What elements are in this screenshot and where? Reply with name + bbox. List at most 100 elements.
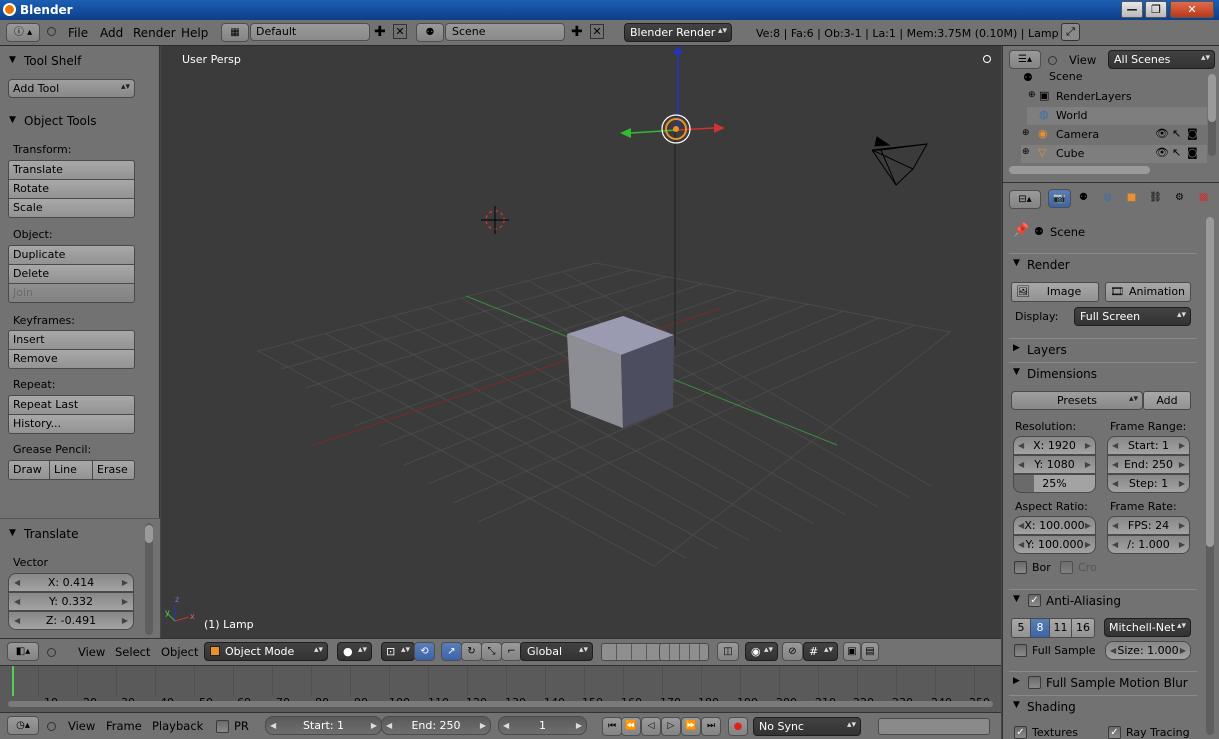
menu-object[interactable]: Object [161, 645, 198, 659]
timeline[interactable]: 10 20 30 40 50 60 70 80 90 100 110 120 1… [0, 665, 1001, 713]
aa-samples-11[interactable]: 11 [1049, 618, 1072, 638]
timeline-scrollbar[interactable] [8, 701, 993, 707]
scroll-thumb[interactable] [145, 525, 153, 543]
scale-manipulator-icon[interactable]: ⤡ [481, 642, 502, 661]
object-context-tab[interactable]: ■ [1120, 189, 1143, 208]
outliner-item-renderlayers[interactable]: ⊕ ▣ RenderLayers [1027, 88, 1207, 106]
snap-toggle-icon[interactable]: ⊘ [782, 642, 803, 661]
expand-icon[interactable]: ⊕ [1022, 147, 1030, 157]
collapse-icon[interactable] [47, 722, 56, 731]
outliner-item-camera[interactable]: ⊕ ◉ Camera 👁 ↖ ◙ [1021, 126, 1207, 144]
add-preset-button[interactable]: Add [1143, 391, 1191, 410]
filter-size-field[interactable]: ◀ Size: 1.000 ▶ [1105, 641, 1191, 660]
collapse-icon[interactable] [47, 648, 56, 657]
timeline-start-field[interactable]: ◀ Start: 1 ▶ [265, 716, 382, 735]
dimensions-panel-header[interactable]: ▼ Dimensions [1009, 362, 1197, 384]
object-tools-header[interactable]: ▼ Object Tools [0, 112, 148, 132]
outliner-item-scene[interactable]: ⚉ Scene [1009, 72, 1199, 87]
draw-button[interactable]: Draw [8, 460, 50, 480]
viewport-corner-icon[interactable] [983, 55, 991, 63]
tool-shelf-header[interactable]: ▼ Tool Shelf [0, 52, 148, 72]
expand-icon[interactable]: ⊕ [1028, 90, 1036, 100]
manipulator-toggle-icon[interactable]: ⟲ [414, 642, 435, 661]
timeline-end-field[interactable]: ◀ End: 250 ▶ [381, 716, 491, 735]
increment-arrow-icon[interactable]: ▶ [122, 593, 128, 610]
aa-samples-16[interactable]: 16 [1071, 618, 1095, 638]
decrement-arrow-icon[interactable]: ◀ [1112, 517, 1118, 534]
editor-type-properties-button[interactable]: ⊟▴ [1009, 190, 1041, 209]
motion-blur-checkbox[interactable] [1028, 676, 1041, 689]
anti-aliasing-checkbox[interactable]: ✓ [1028, 594, 1041, 607]
keying-set-field[interactable] [878, 718, 990, 735]
prev-keyframe-icon[interactable]: ⏪ [621, 717, 641, 736]
scale-button[interactable]: Scale [8, 198, 135, 218]
scene-icon[interactable]: ⚉ [416, 23, 444, 42]
display-select[interactable]: Full Screen ▴▾ [1074, 307, 1191, 326]
translate-button[interactable]: Translate [8, 160, 135, 180]
add-tool-select[interactable]: Add Tool ▴▾ [8, 79, 135, 98]
constraints-context-tab[interactable]: ⛓ [1144, 189, 1167, 208]
visibility-eye-icon[interactable]: 👁 [1155, 146, 1169, 159]
fps-field[interactable]: ◀ FPS: 24 ▶ [1107, 516, 1190, 535]
increment-arrow-icon[interactable]: ▶ [480, 717, 486, 734]
aspect-y-field[interactable]: ◀ Y: 100.000 ▶ [1013, 535, 1096, 554]
scroll-thumb[interactable] [1206, 217, 1214, 547]
ray-tracing-checkbox[interactable]: ✓ [1108, 726, 1121, 739]
select-cursor-icon[interactable]: ↖ [1172, 146, 1181, 159]
pin-icon[interactable]: 📌 [1013, 223, 1029, 238]
vector-z-field[interactable]: ◀ Z: -0.491 ▶ [8, 611, 134, 630]
pivot-select[interactable]: ⊡ ▴▾ [381, 642, 415, 661]
insert-keyframe-button[interactable]: Insert [8, 330, 135, 350]
decrement-arrow-icon[interactable]: ◀ [503, 717, 509, 734]
crop-checkbox[interactable] [1060, 561, 1073, 574]
mode-select[interactable]: Object Mode ▴▾ [204, 642, 328, 661]
world-context-tab[interactable]: ◍ [1096, 189, 1119, 208]
increment-arrow-icon[interactable]: ▶ [1085, 536, 1091, 553]
vector-y-field[interactable]: ◀ Y: 0.332 ▶ [8, 592, 134, 611]
play-icon[interactable]: ▷ [661, 717, 681, 736]
increment-arrow-icon[interactable]: ▶ [1179, 437, 1185, 454]
scroll-thumb[interactable] [1208, 74, 1216, 122]
aa-samples-5[interactable]: 5 [1011, 618, 1031, 638]
editor-type-outliner-button[interactable]: ☰▴ [1009, 50, 1041, 69]
decrement-arrow-icon[interactable]: ◀ [1110, 642, 1116, 659]
decrement-arrow-icon[interactable]: ◀ [1112, 536, 1118, 553]
aa-samples-8[interactable]: 8 [1030, 618, 1050, 638]
operator-header[interactable]: ▼ Translate [0, 525, 148, 545]
render-panel-header[interactable]: ▼ Render [1009, 253, 1197, 275]
menu-file[interactable]: File [68, 26, 88, 40]
maximize-button[interactable]: ❐ [1145, 1, 1167, 18]
translate-manipulator-icon[interactable]: ↗ [441, 642, 462, 661]
display-mode-select[interactable]: All Scenes ▴▾ [1108, 50, 1215, 69]
properties-scrollbar[interactable] [1206, 217, 1214, 735]
menu-timeline-view[interactable]: View [68, 719, 95, 733]
full-sample-checkbox[interactable] [1014, 644, 1027, 657]
outliner-h-scrollbar[interactable] [1009, 166, 1150, 174]
expand-icon[interactable]: ⊕ [1022, 128, 1030, 138]
border-checkbox[interactable] [1014, 561, 1027, 574]
remove-scene-icon[interactable]: ✕ [590, 24, 604, 39]
collapse-icon[interactable] [47, 27, 56, 36]
add-scene-icon[interactable]: ✚ [571, 24, 583, 40]
menu-help[interactable]: Help [181, 26, 208, 40]
increment-arrow-icon[interactable]: ▶ [371, 717, 377, 734]
snap-element-select[interactable]: # ▴▾ [803, 642, 838, 661]
menu-view[interactable]: View [78, 645, 105, 659]
render-context-tab[interactable]: 📷 [1048, 189, 1071, 208]
render-camera-icon[interactable]: ◙ [1187, 127, 1198, 140]
aa-filter-select[interactable]: Mitchell-Net ▴▾ [1104, 618, 1191, 637]
outliner-item-cube[interactable]: ⊕ ▽ Cube 👁 ↖ ◙ [1021, 145, 1207, 163]
increment-arrow-icon[interactable]: ▶ [1085, 437, 1091, 454]
frame-start-field[interactable]: ◀ Start: 1 ▶ [1107, 436, 1190, 455]
decrement-arrow-icon[interactable]: ◀ [1018, 536, 1024, 553]
operator-scrollbar[interactable] [145, 523, 153, 635]
increment-arrow-icon[interactable]: ▶ [1085, 456, 1091, 473]
motion-blur-panel-header[interactable]: ▶ Full Sample Motion Blur [1009, 671, 1197, 693]
record-icon[interactable]: ● [728, 717, 748, 736]
increment-arrow-icon[interactable]: ▶ [1180, 642, 1186, 659]
increment-arrow-icon[interactable]: ▶ [122, 612, 128, 629]
outliner-view-menu[interactable]: View [1069, 53, 1096, 67]
minimize-button[interactable]: — [1121, 1, 1143, 18]
decrement-arrow-icon[interactable]: ◀ [1112, 475, 1118, 492]
decrement-arrow-icon[interactable]: ◀ [14, 574, 20, 591]
